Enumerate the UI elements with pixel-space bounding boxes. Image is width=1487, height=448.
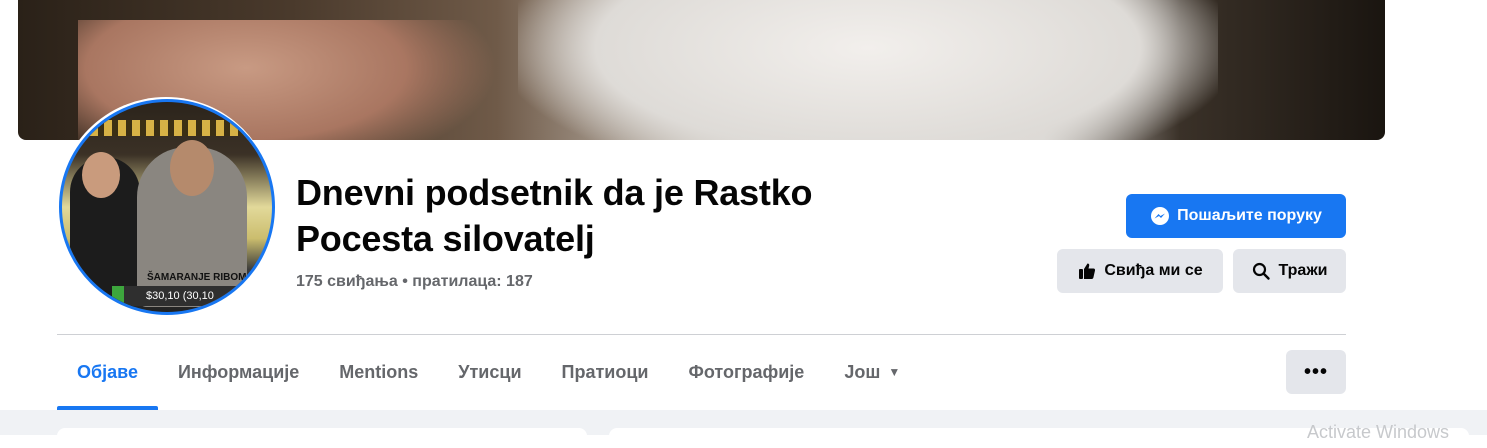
tab-reviews-label: Утисци	[458, 361, 522, 382]
tab-more-label: Још	[844, 361, 881, 382]
send-message-button[interactable]: Пошаљите поруку	[1126, 194, 1346, 238]
thumbs-up-icon	[1079, 263, 1096, 279]
page-title[interactable]: Dnevni podsetnik da je Rastko Pocesta si…	[296, 170, 936, 262]
avatar-price: $30,10 (30,10	[124, 286, 266, 306]
page-stats[interactable]: 175 свиђања • пратилаца: 187	[296, 273, 533, 291]
tab-mentions-label: Mentions	[339, 361, 419, 382]
like-button[interactable]: Свиђа ми се	[1057, 249, 1223, 293]
activate-windows-watermark: Activate Windows	[1307, 422, 1450, 442]
tab-followers-label: Пратиоци	[561, 361, 649, 382]
tab-about[interactable]: Информације	[158, 340, 319, 404]
send-message-label: Пошаљите поруку	[1177, 207, 1322, 224]
avatar-caption: ŠAMARANJE RIBOM	[147, 272, 247, 283]
caret-down-icon: ▼	[888, 365, 901, 379]
search-button[interactable]: Тражи	[1233, 249, 1346, 293]
avatar-head-right	[170, 140, 214, 196]
tab-about-label: Информације	[177, 361, 300, 382]
more-options-label: •••	[1303, 360, 1328, 383]
tab-photos[interactable]: Фотографије	[668, 340, 824, 404]
tab-followers[interactable]: Пратиоци	[542, 340, 669, 404]
avatar[interactable]: ŠAMARANJE RIBOM $30,10 (30,10	[59, 99, 275, 315]
header-divider	[57, 334, 1346, 335]
messenger-icon	[1151, 207, 1170, 225]
tab-mentions[interactable]: Mentions	[319, 340, 438, 404]
tab-more[interactable]: Још ▼	[824, 340, 920, 404]
tab-posts-label: Објаве	[77, 361, 138, 382]
intro-card	[57, 428, 587, 448]
tab-photos-label: Фотографије	[688, 361, 805, 382]
avatar-head-left	[82, 152, 120, 198]
cover-photo-shirt	[518, 0, 1218, 140]
search-label: Тражи	[1278, 262, 1328, 279]
tab-posts[interactable]: Објаве	[57, 340, 158, 410]
tab-reviews[interactable]: Утисци	[438, 340, 541, 404]
profile-tabs: Објаве Информације Mentions Утисци Прати…	[57, 340, 920, 410]
like-label: Свиђа ми се	[1104, 262, 1203, 279]
search-icon	[1253, 262, 1271, 280]
more-options-button[interactable]: •••	[1286, 350, 1346, 394]
avatar-banner	[62, 120, 272, 136]
